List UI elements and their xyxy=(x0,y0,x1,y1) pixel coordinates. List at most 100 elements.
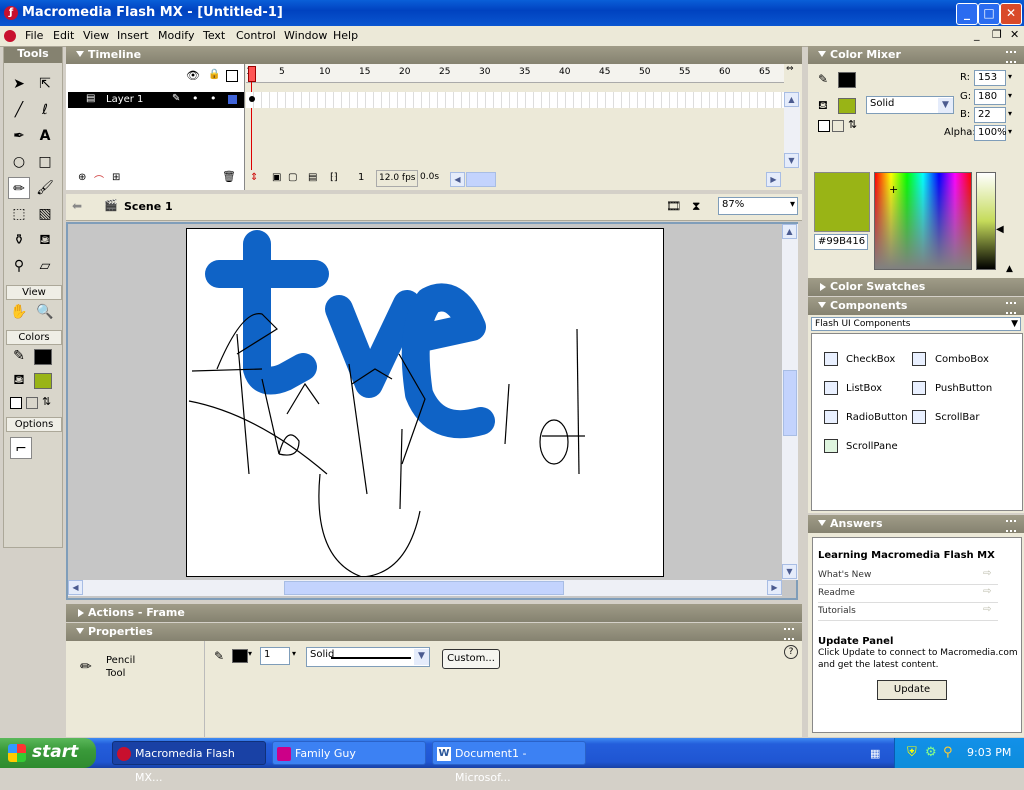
document-icon[interactable] xyxy=(4,30,16,42)
edit-scene-icon[interactable]: 🎞 xyxy=(666,199,681,213)
link-tutorials[interactable]: Tutorials xyxy=(818,606,856,616)
actions-panel-header[interactable]: Actions - Frame xyxy=(66,604,802,622)
eraser-tool-icon[interactable]: ▱ xyxy=(34,255,56,277)
hand-tool-icon[interactable]: ✋ xyxy=(8,301,30,323)
default-colors-icon[interactable] xyxy=(818,120,830,132)
component-listbox[interactable]: ListBox xyxy=(846,383,882,394)
search-icon[interactable]: ⚲ xyxy=(943,745,953,760)
hscroll-right-icon[interactable]: ▶ xyxy=(766,172,781,187)
scroll-down-icon[interactable]: ▼ xyxy=(782,564,797,579)
stroke-height-field[interactable]: 1 xyxy=(260,647,290,665)
hscroll-left-icon[interactable]: ◀ xyxy=(450,172,465,187)
zoom-tool-icon[interactable]: 🔍 xyxy=(34,301,56,323)
no-color-icon[interactable] xyxy=(26,397,38,409)
chevron-down-icon[interactable]: ▾ xyxy=(1008,91,1012,100)
lock-icon[interactable]: 🔒 xyxy=(208,69,220,80)
menu-edit[interactable]: Edit xyxy=(53,29,74,42)
pushbutton-component-icon[interactable] xyxy=(912,381,926,395)
mixer-stroke-swatch[interactable] xyxy=(838,72,856,88)
menu-window[interactable]: Window xyxy=(284,29,327,42)
layer-outline-color[interactable] xyxy=(228,95,237,104)
close-button[interactable]: ✕ xyxy=(1000,3,1022,25)
layer-row[interactable]: ▤ Layer 1 ✎ • • xyxy=(68,92,244,108)
doc-minimize-button[interactable]: _ xyxy=(974,28,980,41)
component-scrollbar[interactable]: ScrollBar xyxy=(935,412,980,423)
menu-control[interactable]: Control xyxy=(236,29,276,42)
arrow-icon[interactable]: ⇨ xyxy=(983,568,991,579)
minimize-button[interactable]: _ xyxy=(956,3,978,25)
component-pushbutton[interactable]: PushButton xyxy=(935,383,992,394)
scrollbar-component-icon[interactable] xyxy=(912,410,926,424)
menu-help[interactable]: Help xyxy=(333,29,358,42)
mixer-fill-swatch[interactable] xyxy=(838,98,856,114)
edit-multiple-icon[interactable]: ▤ xyxy=(308,172,317,183)
pencil-tool-icon[interactable]: ✏ xyxy=(8,177,30,199)
red-field[interactable]: 153 xyxy=(974,70,1006,86)
chevron-down-icon[interactable]: ▾ xyxy=(292,649,296,658)
drawing[interactable] xyxy=(187,229,663,576)
add-motion-guide-icon[interactable]: ⌒ xyxy=(94,172,104,187)
scrollpane-component-icon[interactable] xyxy=(824,439,838,453)
stage-hscroll[interactable]: ◀ ▶ xyxy=(68,580,782,596)
fill-color-swatch[interactable] xyxy=(34,373,52,389)
menu-file[interactable]: File xyxy=(25,29,43,42)
text-tool-icon[interactable]: A xyxy=(34,125,56,147)
properties-panel-header[interactable]: Properties xyxy=(66,623,802,641)
scroll-up-icon[interactable]: ▲ xyxy=(784,92,799,107)
pencil-oval[interactable] xyxy=(539,419,569,465)
answers-header[interactable]: Answers xyxy=(808,515,1024,533)
menu-insert[interactable]: Insert xyxy=(117,29,149,42)
frame-rate[interactable]: 12.0 fps xyxy=(376,170,418,187)
start-button[interactable]: start xyxy=(0,738,96,768)
scroll-down-icon[interactable]: ▼ xyxy=(784,153,799,168)
link-readme[interactable]: Readme xyxy=(818,588,855,598)
playhead[interactable] xyxy=(248,66,256,82)
zoom-select[interactable]: 87% ▾ xyxy=(718,197,798,215)
component-scrollpane[interactable]: ScrollPane xyxy=(846,441,898,452)
listbox-component-icon[interactable] xyxy=(824,381,838,395)
arrow-icon[interactable]: ⇨ xyxy=(983,586,991,597)
blue-stroke-v[interactable] xyxy=(325,290,421,398)
link-whats-new[interactable]: What's New xyxy=(818,570,871,580)
oval-tool-icon[interactable]: ○ xyxy=(8,151,30,173)
swap-colors-icon[interactable]: ⇅ xyxy=(848,118,857,131)
components-header[interactable]: Components xyxy=(808,297,1024,315)
outline-icon[interactable] xyxy=(226,70,238,82)
rectangle-tool-icon[interactable]: □ xyxy=(34,151,56,173)
chevron-down-icon[interactable]: ▾ xyxy=(1008,109,1012,118)
component-set-select[interactable]: Flash UI Components ▼ xyxy=(811,317,1021,331)
hscroll-thumb[interactable] xyxy=(466,172,496,187)
layer-lock-dot[interactable]: • xyxy=(210,92,217,105)
eye-icon[interactable]: 👁 xyxy=(186,69,200,82)
scroll-right-icon[interactable]: ▶ xyxy=(767,580,782,595)
edit-symbols-icon[interactable]: ⧗ xyxy=(692,199,700,214)
lasso-tool-icon[interactable]: ℓ xyxy=(34,99,56,121)
color-mixer-header[interactable]: Color Mixer xyxy=(808,46,1024,64)
vscroll-thumb[interactable] xyxy=(783,370,797,436)
insert-layer-folder-icon[interactable]: ⊞ xyxy=(112,172,120,183)
combobox-component-icon[interactable] xyxy=(912,352,926,366)
insert-layer-icon[interactable]: ⊕ xyxy=(78,172,86,183)
pencil-line[interactable] xyxy=(188,400,328,475)
checkbox-component-icon[interactable] xyxy=(824,352,838,366)
task-family-guy[interactable]: Family Guy xyxy=(272,741,426,765)
center-frame-icon[interactable]: ⇕ xyxy=(250,172,258,183)
menu-view[interactable]: View xyxy=(83,29,109,42)
component-checkbox[interactable]: CheckBox xyxy=(846,354,895,365)
menu-text[interactable]: Text xyxy=(203,29,225,42)
delete-layer-icon[interactable]: 🗑 xyxy=(222,170,236,183)
task-flash[interactable]: Macromedia Flash MX... xyxy=(112,741,266,784)
component-combobox[interactable]: ComboBox xyxy=(935,354,989,365)
security-shield-icon[interactable]: ⛨ xyxy=(907,745,917,760)
pencil-line[interactable] xyxy=(576,328,580,475)
chevron-down-icon[interactable]: ▾ xyxy=(248,649,252,658)
stage-vscroll[interactable]: ▲ ▼ xyxy=(782,224,798,580)
arrow-tool-icon[interactable]: ➤ xyxy=(8,73,30,95)
color-spectrum[interactable]: + xyxy=(874,172,972,270)
timeline-vscroll[interactable]: ▲ ▼ xyxy=(784,92,800,168)
hscroll-thumb[interactable] xyxy=(284,581,564,595)
component-radiobutton[interactable]: RadioButton xyxy=(846,412,908,423)
keyframe-dot[interactable] xyxy=(249,96,255,102)
frame-track[interactable] xyxy=(246,92,784,108)
fill-transform-tool-icon[interactable]: ▧ xyxy=(34,203,56,225)
